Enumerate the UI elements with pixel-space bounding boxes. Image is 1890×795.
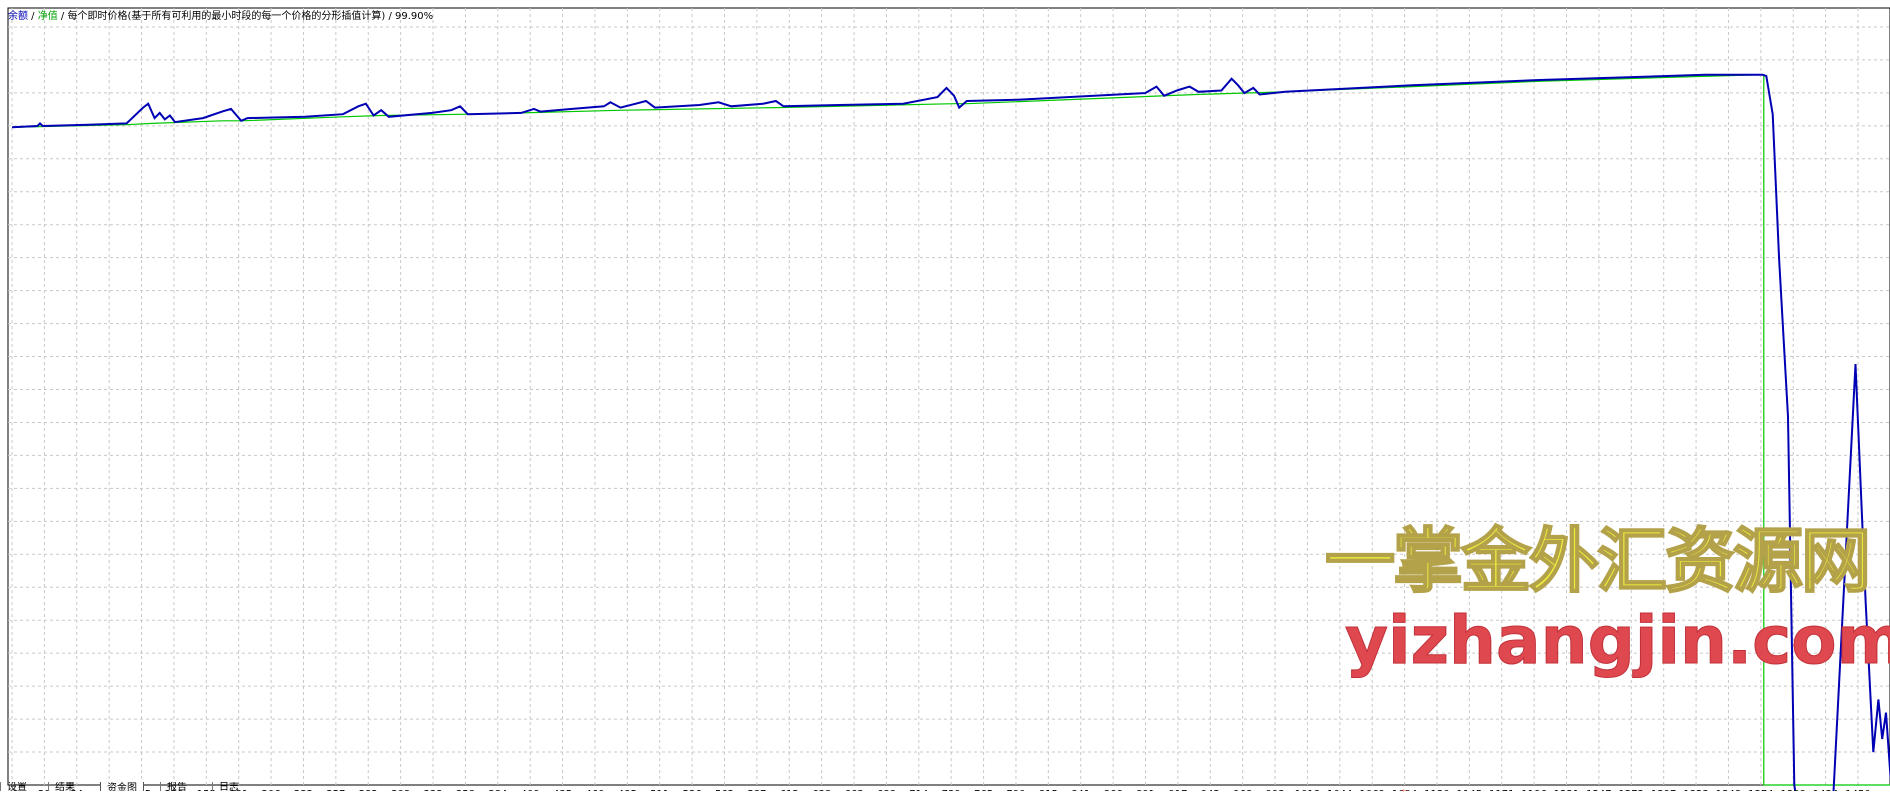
legend-model: 每个即时价格(基于所有可利用的最小时段的每一个价格的分形插值计算) <box>67 11 386 22</box>
legend-separator: / <box>28 11 38 22</box>
chart-legend: 余额 / 净值 / 每个即时价格(基于所有可利用的最小时段的每一个价格的分形插值… <box>8 7 433 22</box>
scroll-arrow-icon[interactable]: ← <box>1400 784 1410 795</box>
tab-graph[interactable]: 资金图 <box>100 782 144 791</box>
tab-results[interactable]: 结果 <box>48 782 81 791</box>
legend-equity: 净值 <box>37 11 58 22</box>
tab-journal[interactable]: 日志 <box>212 782 245 791</box>
legend-separator: / <box>385 11 396 22</box>
tester-tabs: 设置 结果 资金图 报告 日志 <box>0 782 1890 791</box>
legend-separator: / <box>57 11 68 22</box>
tab-settings[interactable]: 设置 <box>0 782 33 791</box>
legend-quality: 99.90% <box>395 11 434 22</box>
watermark-chinese: 一掌金外汇资源网 <box>1324 519 1872 603</box>
watermark-url: yizhangjin.com <box>1344 602 1890 680</box>
legend-balance: 余额 <box>8 11 28 22</box>
tab-report[interactable]: 报告 <box>160 782 193 791</box>
